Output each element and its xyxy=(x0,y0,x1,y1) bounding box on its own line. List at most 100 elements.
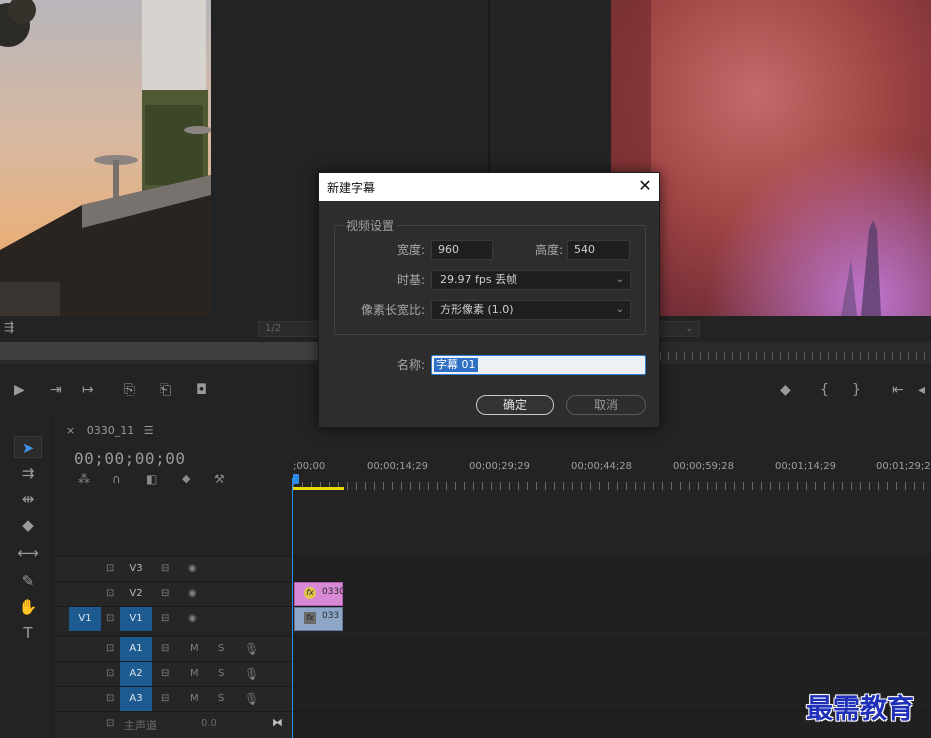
page-indicator: 1/2 xyxy=(258,321,318,337)
lock-icon[interactable]: ⊡ xyxy=(106,643,114,654)
razor-tool-icon[interactable]: ◆ xyxy=(14,514,42,536)
name-input-selected-text: 字幕 01 xyxy=(434,358,478,372)
menu-icon[interactable]: ☰ xyxy=(144,424,154,437)
sequence-tab[interactable]: × 0330_11 ☰ xyxy=(66,424,154,437)
track-header xyxy=(56,582,293,606)
slip-tool-icon[interactable]: ⟷ xyxy=(14,542,42,564)
insert-icon[interactable]: ↦ xyxy=(82,382,94,398)
ruler-ticks xyxy=(293,482,931,490)
microphone-icon[interactable]: 🎙 xyxy=(244,692,259,706)
lock-icon[interactable]: ⊡ xyxy=(106,613,114,624)
sync-lock-icon[interactable]: ⊟ xyxy=(161,588,169,599)
lock-icon[interactable]: ⊡ xyxy=(106,693,114,704)
fx-badge: fx xyxy=(304,612,316,624)
lock-icon[interactable]: ⊡ xyxy=(106,668,114,679)
ok-button[interactable]: 确定 xyxy=(476,395,554,415)
selection-tool-icon[interactable]: ➤ xyxy=(14,436,42,458)
cancel-button[interactable]: 取消 xyxy=(566,395,646,415)
track-label[interactable]: A3 xyxy=(120,687,152,711)
track-select-tool-icon[interactable]: ⇉ xyxy=(14,462,42,484)
lift-icon[interactable]: ⎗ xyxy=(160,382,171,398)
timeline-timecode[interactable]: 00;00;00;00 xyxy=(74,449,185,468)
track-header xyxy=(56,712,293,738)
mute-button[interactable]: M xyxy=(190,643,199,654)
track-lane[interactable] xyxy=(293,607,931,631)
wrench-icon[interactable]: ⚒ xyxy=(214,472,225,486)
clip-name: 0330 xyxy=(322,587,345,597)
lock-icon[interactable]: ⊡ xyxy=(106,588,114,599)
scrub-bar-fill xyxy=(0,342,318,360)
go-to-end-icon[interactable]: ⧓ xyxy=(272,716,283,729)
microphone-icon[interactable]: 🎙 xyxy=(244,642,259,656)
linked-selection-icon[interactable]: ∩ xyxy=(112,472,121,486)
height-field[interactable]: 540 xyxy=(567,240,630,260)
solo-button[interactable]: S xyxy=(218,693,224,704)
master-volume-value[interactable]: 0.0 xyxy=(201,718,217,729)
add-marker-icon[interactable]: ◧ xyxy=(146,472,157,486)
microphone-icon[interactable]: 🎙 xyxy=(244,667,259,681)
track-lane[interactable] xyxy=(293,662,931,686)
camera-icon[interactable]: ◘ xyxy=(196,382,207,398)
pixel-aspect-select[interactable]: 方形像素 (1.0) ⌄ xyxy=(431,300,631,320)
go-to-in-icon[interactable]: ⇤ xyxy=(892,382,904,398)
source-patch-v1[interactable]: V1 xyxy=(69,607,101,631)
mute-button[interactable]: M xyxy=(190,668,199,679)
track-label[interactable]: V2 xyxy=(120,582,152,606)
track-lane[interactable] xyxy=(293,582,931,606)
playhead-line[interactable] xyxy=(292,478,293,738)
dialog-titlebar[interactable]: 新建字幕 ✕ xyxy=(319,173,659,201)
solo-button[interactable]: S xyxy=(218,643,224,654)
settings-icon[interactable]: ⇶ xyxy=(4,320,14,334)
track-lane[interactable] xyxy=(293,557,931,581)
program-scrub-ticks xyxy=(660,352,931,360)
width-field[interactable]: 960 xyxy=(431,240,493,260)
video-clip[interactable]: fx 033 xyxy=(294,607,343,631)
sync-lock-icon[interactable]: ⊟ xyxy=(161,643,169,654)
track-label[interactable]: A1 xyxy=(120,637,152,661)
type-tool-icon[interactable]: T xyxy=(14,622,42,644)
track-a2: ⊡ A2 ⊟ M S 🎙 xyxy=(56,661,931,686)
eye-icon[interactable]: ◉ xyxy=(188,613,197,624)
track-label[interactable]: A2 xyxy=(120,662,152,686)
ripple-edit-tool-icon[interactable]: ⇹ xyxy=(14,488,42,510)
snap-icon[interactable]: ⁂ xyxy=(78,472,90,486)
track-label[interactable]: V3 xyxy=(120,557,152,581)
timebase-value: 29.97 fps 丢帧 xyxy=(440,273,518,286)
step-back-icon[interactable]: ◂ xyxy=(918,382,925,398)
track-master: ⊡ 主声道 0.0 ⧓ xyxy=(56,711,931,738)
track-label[interactable]: V1 xyxy=(120,607,152,631)
eye-icon[interactable]: ◉ xyxy=(188,563,197,574)
sync-lock-icon[interactable]: ⊟ xyxy=(161,668,169,679)
close-icon[interactable]: × xyxy=(66,424,75,437)
sync-lock-icon[interactable]: ⊟ xyxy=(161,693,169,704)
step-forward-icon[interactable]: ⇥ xyxy=(50,382,62,398)
mark-out-icon[interactable]: } xyxy=(852,382,861,398)
title-clip[interactable]: fx 0330 xyxy=(294,582,345,606)
mark-in-icon[interactable]: { xyxy=(820,382,829,398)
mute-button[interactable]: M xyxy=(190,693,199,704)
work-area-bar[interactable] xyxy=(293,487,344,490)
width-label: 宽度: xyxy=(396,243,425,257)
ruler-label: 00;01;29;29 xyxy=(876,461,931,472)
fx-badge: fx xyxy=(304,587,316,599)
overwrite-icon[interactable]: ⎘ xyxy=(124,382,135,398)
hand-tool-icon[interactable]: ✋ xyxy=(14,596,42,618)
sync-lock-icon[interactable]: ⊟ xyxy=(161,563,169,574)
lock-icon[interactable]: ⊡ xyxy=(106,718,114,729)
eye-icon[interactable]: ◉ xyxy=(188,588,197,599)
marker-icon[interactable]: ◆ xyxy=(182,472,190,485)
timebase-select[interactable]: 29.97 fps 丢帧 ⌄ xyxy=(431,270,631,290)
pen-tool-icon[interactable]: ✎ xyxy=(14,570,42,592)
close-icon[interactable]: ✕ xyxy=(635,176,655,196)
track-lane[interactable] xyxy=(293,637,931,661)
playhead-handle[interactable] xyxy=(293,474,299,484)
name-input[interactable]: 字幕 01 xyxy=(431,355,646,375)
solo-button[interactable]: S xyxy=(218,668,224,679)
lock-icon[interactable]: ⊡ xyxy=(106,563,114,574)
play-icon[interactable]: ▶ xyxy=(14,382,25,398)
sync-lock-icon[interactable]: ⊟ xyxy=(161,613,169,624)
marker-icon[interactable]: ◆ xyxy=(780,382,791,398)
resolution-dropdown-chevron-icon[interactable]: ⌄ xyxy=(660,321,700,337)
ruler-label: 00;00;29;29 xyxy=(469,461,531,472)
track-v3: ⊡ V3 ⊟ ◉ xyxy=(56,556,931,581)
